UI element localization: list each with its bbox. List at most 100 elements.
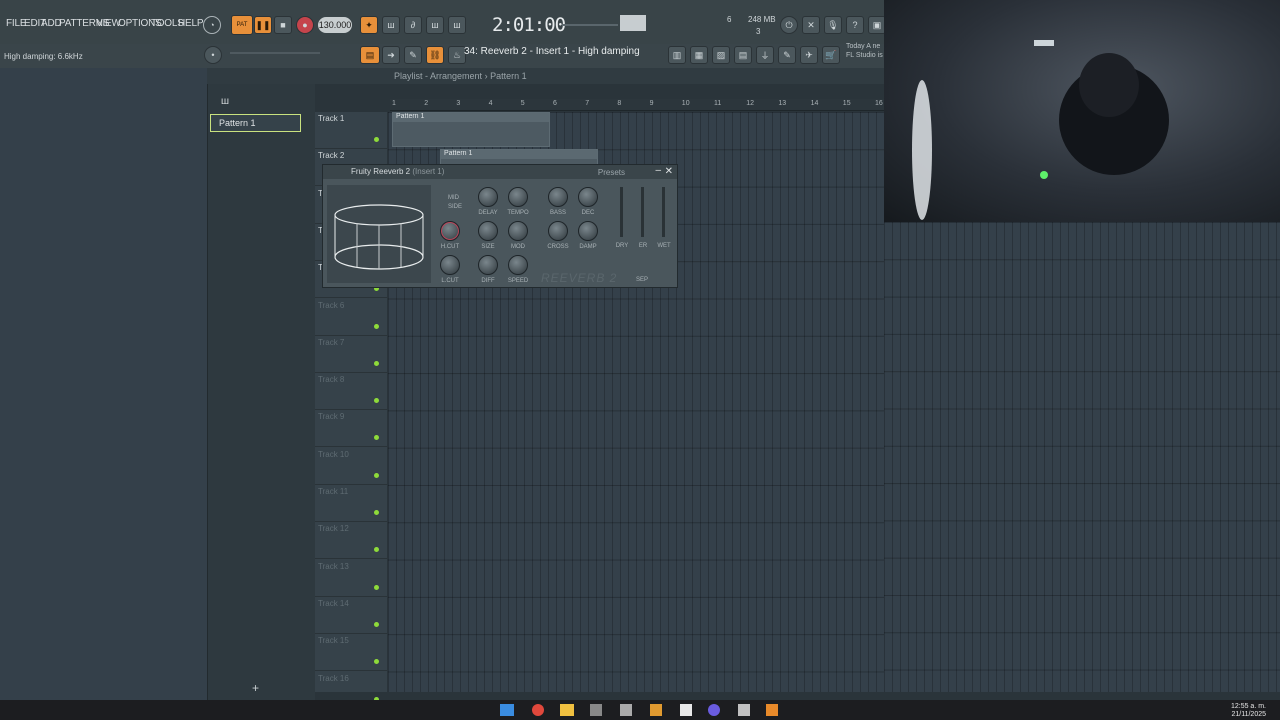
stop-button[interactable]: ■ — [274, 16, 292, 34]
knob-tempo[interactable] — [508, 187, 528, 207]
track-mute-led[interactable] — [374, 510, 379, 515]
track-mute-led[interactable] — [374, 547, 379, 553]
track-mute-led[interactable] — [374, 659, 379, 665]
system-clock[interactable]: 12:55 a. m. 21/11/2025 — [1231, 703, 1266, 719]
app-icon[interactable] — [738, 704, 750, 716]
knob-delay[interactable] — [478, 187, 498, 207]
track-mute-led[interactable] — [374, 584, 379, 590]
knob-mod[interactable] — [508, 221, 528, 241]
track-mute-led[interactable] — [374, 323, 379, 329]
pat-song-toggle[interactable]: PAT — [231, 15, 253, 35]
track-header[interactable]: Track 15 — [315, 634, 387, 672]
fader-wet[interactable] — [662, 187, 665, 237]
pencil-icon[interactable]: ✎ — [404, 46, 422, 64]
hint-bar: 34: Reeverb 2 - Insert 1 - High damping — [464, 46, 640, 57]
clock-time: 12:55 a. m. — [1230, 703, 1266, 710]
app-icon[interactable] — [650, 704, 662, 716]
minimize-icon[interactable]: – — [655, 165, 661, 176]
app-icon[interactable] — [680, 704, 692, 716]
playlist-icon[interactable]: ▤ — [360, 46, 380, 64]
pattern-picker-item[interactable]: Pattern 1 — [210, 114, 301, 132]
track-mute-led[interactable] — [374, 621, 379, 627]
knob-dec[interactable] — [578, 187, 598, 207]
cart-icon[interactable]: 🛒 — [822, 46, 840, 64]
tempo-display[interactable]: 130.000 — [318, 17, 352, 33]
track-header[interactable]: Track 11 — [315, 485, 387, 522]
piano-icon[interactable]: ш — [221, 96, 229, 107]
close-icon[interactable]: ✕ — [665, 166, 673, 177]
knob-hcut[interactable] — [440, 221, 460, 241]
pause-button[interactable]: ❚❚ — [254, 16, 272, 34]
presets-menu[interactable]: Presets — [598, 168, 625, 177]
typing-keyboard-icon[interactable]: ✦ — [360, 16, 378, 34]
plug-icon[interactable]: ⏚ — [756, 46, 774, 64]
knob-cross[interactable] — [548, 221, 568, 241]
fader-er[interactable] — [641, 187, 644, 237]
master-volume-slider[interactable] — [562, 24, 618, 26]
snap-icon[interactable]: ш — [426, 16, 444, 34]
blend-icon[interactable]: ∂ — [404, 16, 422, 34]
track-name: Track 12 — [318, 524, 349, 534]
track-header[interactable]: Track 12 — [315, 522, 387, 560]
mode-label[interactable]: SIDE — [448, 204, 462, 210]
link-icon[interactable]: ✕ — [802, 16, 820, 34]
file-explorer-icon[interactable] — [560, 704, 574, 716]
track-header[interactable]: Track 13 — [315, 560, 387, 597]
power-icon[interactable]: ⏻ — [780, 16, 798, 34]
bird-icon[interactable]: ✈ — [800, 46, 818, 64]
reeverb-logo: REEVERB 2 — [541, 271, 618, 285]
track-mute-led[interactable] — [374, 472, 379, 478]
channel-rack-icon[interactable]: ▦ — [690, 46, 708, 64]
track-header[interactable]: Track 10 — [315, 448, 387, 485]
fl-studio-icon[interactable] — [766, 704, 778, 716]
ruler-bar-number: 7 — [585, 100, 590, 107]
loop-record-icon[interactable]: ш — [448, 16, 466, 34]
track-header[interactable]: Track 7 — [315, 336, 387, 373]
knob-diff[interactable] — [478, 255, 498, 275]
timeline-ruler[interactable]: 1 2 3 4 5 6 7 8 9 10 11 12 13 14 15 16 — [390, 99, 884, 111]
knob-size[interactable] — [478, 221, 498, 241]
ruler-bar-number: 2 — [424, 100, 429, 107]
add-pattern-button[interactable]: + — [252, 681, 259, 695]
mode-label[interactable]: MID — [448, 195, 459, 201]
tools-icon[interactable]: ✎ — [778, 46, 796, 64]
microphone-icon[interactable]: 🎙 — [824, 16, 842, 34]
record-button[interactable]: ● — [296, 16, 314, 34]
knob-damp[interactable] — [578, 221, 598, 241]
piano-roll-icon[interactable]: ▨ — [712, 46, 730, 64]
app-icon[interactable] — [590, 704, 602, 716]
master-pitch-slider[interactable] — [230, 52, 320, 54]
playlist-title: Playlist - Arrangement › Pattern 1 — [394, 71, 527, 81]
help-icon[interactable]: ? — [846, 16, 864, 34]
arrangement-grid-right[interactable] — [884, 222, 1280, 692]
track-header[interactable]: Track 14 — [315, 597, 387, 634]
mixer-icon[interactable]: ▥ — [668, 46, 686, 64]
knob-lcut[interactable] — [440, 255, 460, 275]
arrow-icon[interactable]: ➜ — [382, 46, 400, 64]
discord-icon[interactable] — [708, 704, 720, 716]
pattern-clip[interactable]: Pattern 1 — [392, 112, 550, 147]
app-icon[interactable] — [620, 704, 632, 716]
knob-bass[interactable] — [548, 187, 568, 207]
track-header[interactable]: Track 1 — [315, 112, 387, 149]
menu-help[interactable]: HELP — [178, 18, 204, 29]
fader-dry[interactable] — [620, 187, 623, 237]
browser-panel — [0, 68, 207, 700]
windows-start-icon[interactable] — [500, 704, 514, 716]
track-mute-led[interactable] — [374, 360, 379, 366]
knob-speed[interactable] — [508, 255, 528, 275]
chrome-icon[interactable] — [532, 704, 544, 716]
track-header[interactable]: Track 9 — [315, 410, 387, 448]
track-header[interactable]: Track 6 — [315, 299, 387, 336]
sep-label[interactable]: SEP — [627, 277, 657, 283]
track-header[interactable]: Track 8 — [315, 373, 387, 411]
metronome-icon[interactable]: ◔ — [203, 16, 221, 34]
track-mute-led[interactable] — [374, 137, 379, 142]
track-mute-led[interactable] — [374, 398, 379, 404]
browser-icon[interactable]: ▤ — [734, 46, 752, 64]
master-pitch-knob[interactable]: • — [204, 46, 222, 64]
step-edit-icon[interactable]: ш — [382, 16, 400, 34]
track-mute-led[interactable] — [374, 435, 379, 441]
chain-icon[interactable]: ⛓ — [426, 46, 444, 64]
news-panel[interactable]: Today A ne FL Studio is — [846, 42, 883, 60]
